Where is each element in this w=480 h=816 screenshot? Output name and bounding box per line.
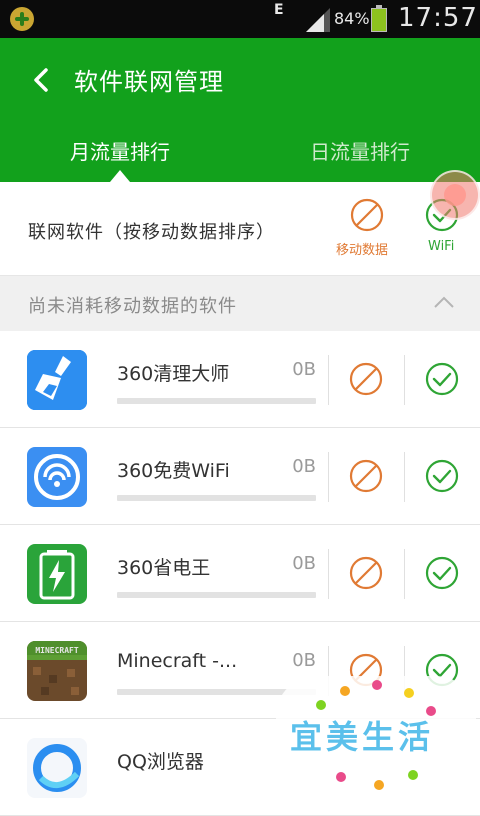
signal-icon — [306, 8, 330, 32]
divider — [328, 355, 329, 405]
list-item[interactable]: 360省电王 0B — [0, 525, 480, 622]
divider — [404, 549, 405, 599]
wifi-column-label: WiFi — [428, 239, 455, 254]
mobile-data-block-icon[interactable] — [349, 362, 383, 396]
mobile-data-block-icon[interactable] — [350, 198, 384, 232]
app-notification-icon — [10, 7, 34, 31]
mobile-data-block-icon[interactable] — [349, 556, 383, 590]
section-label: 尚未消耗移动数据的软件 — [28, 296, 237, 317]
app-header: 软件联网管理 — [0, 38, 480, 122]
app-name: 360省电王 — [117, 557, 211, 579]
app-name: QQ浏览器 — [117, 751, 204, 773]
app-usage: 0B — [292, 359, 316, 380]
mobile-data-column-label: 移动数据 — [336, 243, 389, 258]
list-item[interactable]: 360免费WiFi 0B — [0, 428, 480, 525]
status-bar: E 84% 17:57 — [0, 0, 480, 38]
column-header: 联网软件（按移动数据排序） 移动数据 WiFi — [0, 182, 480, 276]
list-item[interactable]: 360清理大师 0B — [0, 331, 480, 428]
wifi-app-icon — [27, 447, 87, 507]
divider — [404, 452, 405, 502]
app-usage: 0B — [292, 553, 316, 574]
broom-icon — [27, 350, 87, 410]
app-usage: 0B — [292, 456, 316, 477]
battery-percent: 84% — [334, 9, 370, 28]
usage-bar — [117, 592, 316, 598]
floating-assistant-ball[interactable] — [430, 170, 480, 220]
tab-bar: 月流量排行 日流量排行 — [0, 122, 480, 182]
usage-bar — [117, 495, 316, 501]
usage-bar — [117, 398, 316, 404]
clock: 17:57 — [398, 3, 478, 33]
wifi-check-icon[interactable] — [425, 362, 459, 396]
watermark-text: 宜美生活 — [290, 718, 435, 756]
watermark-logo: 宜美生活 — [276, 676, 476, 800]
mobile-data-block-icon[interactable] — [349, 459, 383, 493]
battery-icon — [371, 5, 387, 32]
qq-browser-icon — [27, 738, 87, 798]
divider — [328, 549, 329, 599]
app-usage: 0B — [292, 650, 316, 671]
chevron-up-icon[interactable] — [432, 294, 456, 310]
divider — [328, 452, 329, 502]
app-name: 360清理大师 — [117, 363, 230, 385]
back-arrow-icon[interactable] — [26, 64, 58, 96]
wifi-check-icon[interactable] — [425, 459, 459, 493]
battery-app-icon — [27, 544, 87, 604]
page-title: 软件联网管理 — [74, 68, 224, 96]
minecraft-logo-text: MINECRAFT — [35, 646, 79, 655]
divider — [404, 355, 405, 405]
network-type: E — [274, 2, 284, 18]
app-name: 360免费WiFi — [117, 460, 230, 482]
wifi-check-icon[interactable] — [425, 556, 459, 590]
active-tab-indicator — [110, 170, 130, 182]
column-header-label: 联网软件（按移动数据排序） — [28, 222, 275, 243]
minecraft-icon: MINECRAFT — [27, 641, 87, 701]
app-name: Minecraft -... — [117, 650, 238, 672]
section-header[interactable]: 尚未消耗移动数据的软件 — [0, 276, 480, 332]
